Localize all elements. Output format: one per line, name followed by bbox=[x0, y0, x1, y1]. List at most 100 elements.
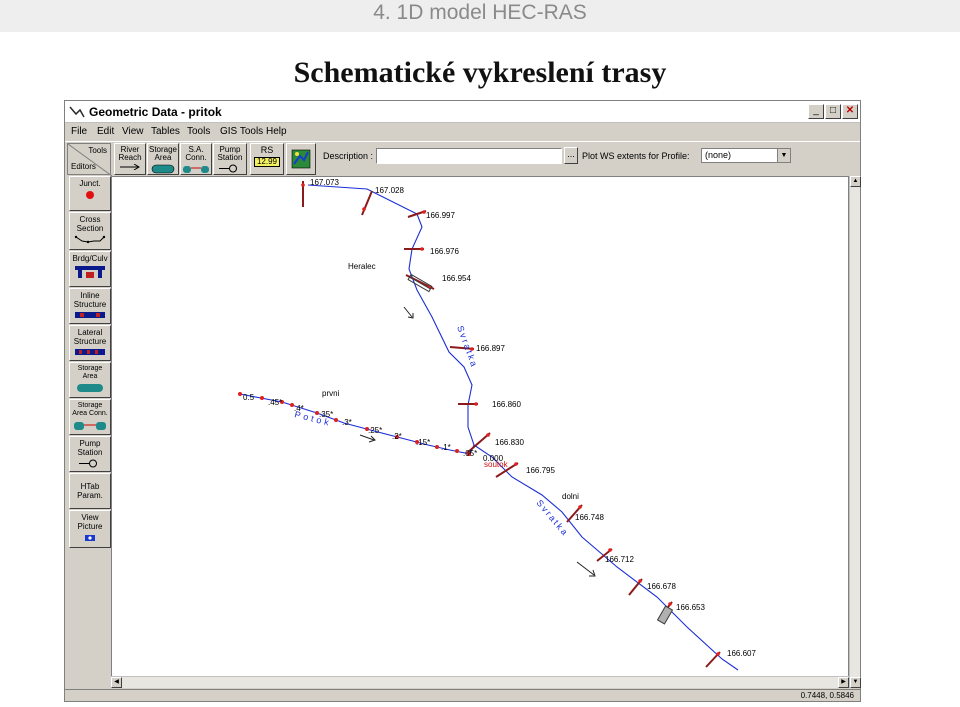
lateral-structure-button[interactable]: Lateral Structure bbox=[69, 325, 111, 361]
storage-area-icon bbox=[151, 164, 175, 174]
pump-station-button[interactable]: Pump Station bbox=[213, 143, 247, 175]
bridge-culvert-button[interactable]: Brdg/Culv bbox=[69, 251, 111, 287]
pritok-station-label: 0.5 bbox=[243, 393, 255, 402]
station-label: 166.748 bbox=[575, 513, 604, 522]
pritok-station-label: .15* bbox=[416, 438, 430, 447]
pritok-station-label: .25* bbox=[368, 426, 382, 435]
profile-select[interactable]: (none) ▼ bbox=[701, 148, 791, 163]
menubar: File Edit View Tables Tools GIS Tools He… bbox=[65, 124, 860, 141]
menu-tables[interactable]: Tables bbox=[151, 126, 180, 137]
lower-bridge bbox=[656, 605, 674, 625]
pump-station-tool-label: Pump Station bbox=[77, 439, 103, 457]
map-icon bbox=[291, 149, 311, 169]
vertical-scrollbar[interactable]: ▲ ▼ bbox=[849, 176, 861, 688]
sa-conn-button[interactable]: S.A. Conn. bbox=[180, 143, 212, 175]
window-title: Geometric Data - pritok bbox=[89, 105, 222, 119]
view-picture-label: View Picture bbox=[77, 513, 103, 531]
bridge-icon bbox=[75, 266, 105, 278]
lateral-structure-icon bbox=[75, 349, 105, 355]
background-map-button[interactable] bbox=[286, 143, 316, 175]
pump-icon bbox=[219, 164, 237, 173]
menu-file[interactable]: File bbox=[71, 126, 87, 137]
reach-label-prvni: prvni bbox=[322, 389, 340, 398]
minimize-button[interactable]: _ bbox=[808, 104, 824, 119]
titlebar: Geometric Data - pritok _ □ ✕ bbox=[65, 101, 860, 123]
maximize-button[interactable]: □ bbox=[825, 104, 841, 119]
junction-dot-icon bbox=[86, 191, 94, 199]
pritok-station-label: .2* bbox=[392, 432, 402, 441]
geometric-data-window: Geometric Data - pritok _ □ ✕ File Edit … bbox=[64, 100, 861, 702]
station-label: 166.954 bbox=[442, 274, 471, 283]
menu-tools[interactable]: Tools bbox=[187, 126, 210, 137]
description-browse-button[interactable]: ... bbox=[564, 147, 578, 164]
storage-area-label2: Area bbox=[154, 153, 172, 162]
camera-icon bbox=[85, 535, 95, 541]
scroll-left-icon[interactable]: ◀ bbox=[111, 677, 122, 688]
place-label-heralec: Heralec bbox=[348, 262, 376, 271]
cross-section-icon bbox=[74, 235, 106, 244]
view-picture-button[interactable]: View Picture bbox=[69, 510, 111, 548]
plot-ws-label: Plot WS extents for Profile: bbox=[582, 151, 690, 161]
station-label: 166.678 bbox=[647, 582, 676, 591]
station-label: 166.830 bbox=[495, 438, 524, 447]
rs-label: RS bbox=[260, 145, 274, 155]
scroll-up-icon[interactable]: ▲ bbox=[850, 176, 861, 187]
menu-gis-tools[interactable]: GIS Tools bbox=[220, 126, 263, 137]
inline-structure-label: Inline Structure bbox=[73, 291, 107, 309]
river-reach-label2: Reach bbox=[118, 153, 142, 162]
storage-area-icon bbox=[77, 384, 103, 392]
cursor-coordinates: 0.7448, 0.5846 bbox=[800, 691, 854, 700]
pritok-station-label: .05* bbox=[463, 449, 477, 458]
slide-header: 4. 1D model HEC-RAS bbox=[0, 0, 960, 32]
storage-area-tool-label: Storage Area bbox=[77, 365, 103, 380]
scroll-right-icon[interactable]: ▶ bbox=[838, 677, 849, 688]
close-button[interactable]: ✕ bbox=[842, 104, 858, 119]
statusbar: 0.7448, 0.5846 bbox=[65, 689, 860, 701]
station-label: 167.073 bbox=[310, 178, 339, 187]
rs-value: 12.99 bbox=[254, 157, 280, 167]
storage-area-conn-icon bbox=[183, 166, 209, 173]
svratka-cross-sections bbox=[302, 181, 721, 668]
editors-label: Editors bbox=[71, 162, 96, 171]
junction-label-soutok: soutok bbox=[484, 460, 509, 469]
storage-area-conn-tool-button[interactable]: Storage Area Conn. bbox=[69, 399, 111, 435]
horizontal-scrollbar[interactable]: ◀ ▶ bbox=[111, 676, 849, 688]
toolbar: Tools Editors River Reach Storage Area S… bbox=[65, 141, 860, 176]
htab-param-button[interactable]: HTab Param. bbox=[69, 473, 111, 509]
description-label: Description : bbox=[323, 151, 374, 161]
profile-select-value: (none) bbox=[705, 150, 732, 160]
arrow-right-icon bbox=[120, 164, 140, 170]
bridge-culvert-label: Brdg/Culv bbox=[72, 254, 108, 263]
station-label: 166.607 bbox=[727, 649, 756, 658]
inline-structure-button[interactable]: Inline Structure bbox=[69, 288, 111, 324]
scroll-down-icon[interactable]: ▼ bbox=[850, 677, 861, 688]
station-label: 166.860 bbox=[492, 400, 521, 409]
editor-palette: Junct. Cross Section Brdg/Culv Inline St… bbox=[67, 176, 113, 696]
junction-button[interactable]: Junct. bbox=[69, 176, 111, 211]
storage-area-conn-tool-label: Storage Area Conn. bbox=[72, 402, 108, 417]
cross-section-button[interactable]: Cross Section bbox=[69, 212, 111, 250]
schematic-canvas[interactable]: 167.073 167.028 166.997 166.976 166.954 … bbox=[111, 176, 849, 688]
chevron-down-icon[interactable]: ▼ bbox=[777, 149, 790, 162]
menu-edit[interactable]: Edit bbox=[97, 126, 114, 137]
storage-area-tool-button[interactable]: Storage Area bbox=[69, 362, 111, 398]
reach-label-dolni: dolni bbox=[562, 492, 579, 501]
slide-header-text: 4. 1D model HEC-RAS bbox=[373, 1, 587, 24]
storage-area-button[interactable]: Storage Area bbox=[147, 143, 179, 175]
river-reach-button[interactable]: River Reach bbox=[114, 143, 146, 175]
station-label: 166.712 bbox=[605, 555, 634, 564]
junction-label: Junct. bbox=[79, 179, 101, 188]
htab-param-label: HTab Param. bbox=[77, 482, 103, 500]
station-label: 167.028 bbox=[375, 186, 404, 195]
menu-help[interactable]: Help bbox=[266, 126, 287, 137]
cross-section-label: Cross Section bbox=[76, 215, 104, 233]
pump-station-tool-button[interactable]: Pump Station bbox=[69, 436, 111, 472]
station-label: 166.795 bbox=[526, 466, 555, 475]
description-input[interactable] bbox=[376, 148, 562, 164]
menu-view[interactable]: View bbox=[122, 126, 144, 137]
pump-station-icon bbox=[79, 459, 97, 468]
river-station-button[interactable]: RS 12.99 bbox=[250, 143, 284, 175]
pritok-station-label: .3* bbox=[342, 418, 352, 427]
river-schematic[interactable]: 167.073 167.028 166.997 166.976 166.954 … bbox=[112, 177, 849, 688]
pump-station-label2: Station bbox=[217, 153, 243, 162]
